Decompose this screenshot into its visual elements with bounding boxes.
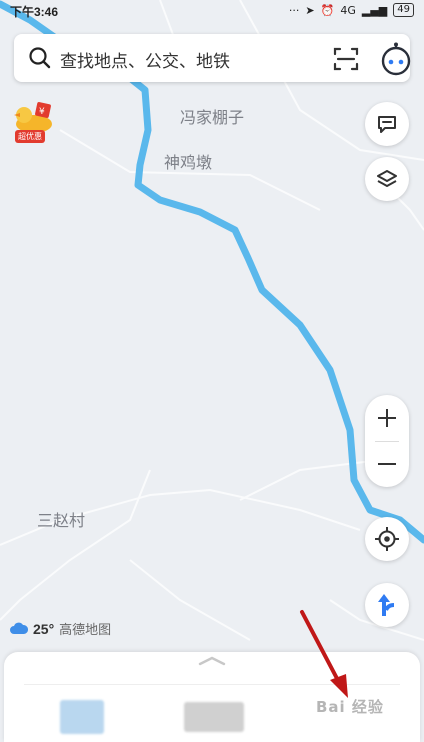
avatar-icon[interactable]: [379, 42, 413, 76]
blurred-item[interactable]: [184, 702, 244, 732]
search-bar[interactable]: 查找地点、公交、地铁: [14, 34, 413, 82]
navigation-button[interactable]: [365, 583, 409, 627]
scan-icon[interactable]: [332, 45, 360, 73]
battery-icon: 49: [393, 3, 414, 17]
bottom-sheet[interactable]: Bai 经验: [4, 652, 420, 742]
more-icon: ···: [288, 3, 300, 17]
blurred-item[interactable]: [60, 700, 104, 734]
watermark: Bai 经验: [316, 698, 384, 716]
minus-icon: [378, 463, 396, 465]
search-icon: [29, 47, 51, 69]
weather-temp: 25°: [33, 620, 55, 637]
layers-button[interactable]: [365, 157, 409, 201]
navigation-icon: [378, 594, 395, 616]
status-bar: 下午3:46 ··· ➤ ⏰ 4G ▂▄▆ 49: [0, 0, 424, 22]
locate-icon: [375, 527, 399, 551]
network-label: 4G: [340, 3, 356, 17]
promo-duck-icon: ¥: [14, 102, 52, 133]
map-label-shenjidun[interactable]: 神鸡墩: [164, 149, 212, 173]
locate-button[interactable]: [365, 517, 409, 561]
zoom-in-button[interactable]: [365, 395, 409, 441]
chevron-up-icon[interactable]: [198, 656, 226, 666]
message-button[interactable]: [365, 102, 409, 146]
signal-icon: ▂▄▆: [361, 3, 388, 17]
brand-label: 高德地图: [59, 623, 112, 638]
alarm-icon: ⏰: [320, 3, 335, 17]
cloud-icon: [10, 622, 28, 634]
status-time: 下午3:46: [10, 5, 59, 19]
message-icon: [378, 116, 396, 133]
sheet-divider: [24, 684, 400, 685]
layers-icon: [377, 170, 397, 187]
zoom-control: [365, 395, 409, 487]
location-icon: ➤: [305, 3, 315, 17]
svg-text:¥: ¥: [39, 107, 45, 117]
promo-sticker[interactable]: ¥ 超优惠: [12, 100, 60, 146]
map-label-sanzhaocun[interactable]: 三赵村: [37, 507, 85, 531]
search-placeholder[interactable]: 查找地点、公交、地铁: [60, 47, 230, 72]
weather-widget[interactable]: 25° 高德地图: [10, 619, 111, 638]
river-line: [0, 0, 424, 544]
zoom-out-button[interactable]: [365, 441, 409, 487]
promo-badge: 超优惠: [15, 130, 45, 143]
plus-icon: [378, 409, 396, 427]
map-label-fengjiapengzi[interactable]: 冯家棚子: [180, 104, 244, 128]
